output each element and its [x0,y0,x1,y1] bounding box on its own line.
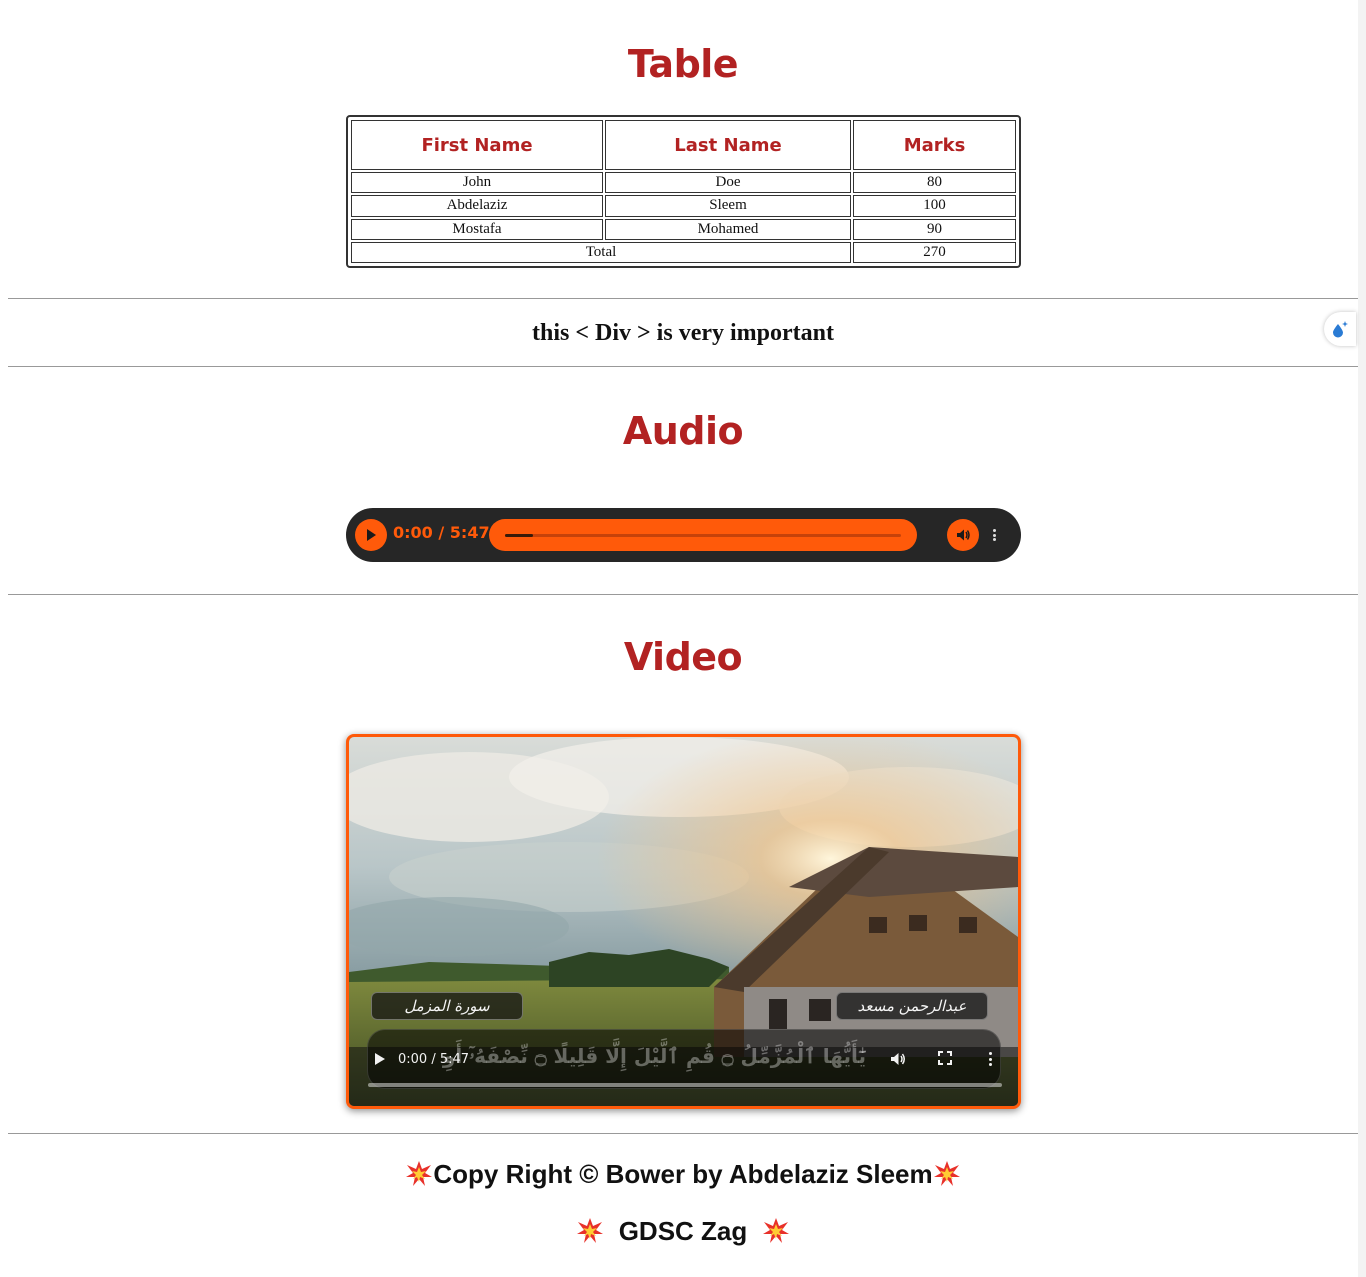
divider [8,594,1358,595]
marks-table-container: First Name Last Name Marks John Doe 80 A… [346,115,1021,268]
table-total-row: Total 270 [351,241,1016,263]
column-header-last-name: Last Name [605,120,851,170]
video-controls-bar: يَٰٓأَيُّهَا ٱلْمُزَّمِّلُ ۝ قُمِ ٱلَّيْ… [367,1029,1002,1089]
reciter-name-label: عبدالرحمن مسعد [836,992,988,1020]
table-row: Abdelaziz Sleem 100 [351,195,1016,217]
collision-icon [762,1218,789,1243]
table-row: Mostafa Mohamed 90 [351,218,1016,240]
surah-name-label: سورة المزمل [371,992,523,1020]
play-icon [367,529,376,541]
footer-gdsc-text: GDSC Zag [618,1216,748,1246]
cell-first-name: John [351,172,603,194]
audio-play-button[interactable] [355,519,387,551]
video-seek-bar[interactable] [368,1083,1002,1087]
divider [8,366,1358,367]
audio-seek-bar[interactable] [489,519,917,551]
audio-seek-progress [505,534,533,537]
important-div-text: this < Div > is very important [531,320,834,346]
video-more-options-button[interactable] [986,1050,994,1068]
table-header-row: First Name Last Name Marks [351,120,1016,170]
audio-player: 0:00 / 5:47 [346,508,1021,562]
marks-table: First Name Last Name Marks John Doe 80 A… [349,118,1018,265]
audio-more-options-button[interactable] [987,525,1001,545]
cell-marks: 100 [853,195,1016,217]
audio-time-display: 0:00 / 5:47 [393,523,490,542]
column-header-marks: Marks [853,120,1016,170]
collision-icon [933,1161,960,1186]
footer-copyright-text: Copy Right © Bower by Abdelaziz Sleem [433,1159,933,1189]
audio-volume-button[interactable] [947,519,979,551]
collision-icon [406,1161,433,1186]
video-heading: Video [623,635,743,679]
cell-marks: 90 [853,218,1016,240]
droplet-sparkle-icon [1333,321,1348,338]
video-player[interactable]: سورة المزمل عبدالرحمن مسعد يَٰٓأَيُّهَا … [346,734,1021,1109]
side-extension-button[interactable] [1324,312,1356,346]
audio-seek-track [505,534,901,537]
cell-total-label: Total [351,241,851,263]
video-volume-button[interactable] [889,1050,907,1068]
table-heading: Table [627,42,739,86]
audio-heading: Audio [622,409,744,453]
table-row: John Doe 80 [351,172,1016,194]
volume-icon [957,529,970,541]
cell-last-name: Mohamed [605,218,851,240]
collision-icon [577,1218,604,1243]
divider [8,298,1358,299]
cell-total-value: 270 [853,241,1016,263]
footer-copyright: Copy Right © Bower by Abdelaziz Sleem [0,1157,1366,1191]
divider [8,1133,1358,1134]
cell-last-name: Sleem [605,195,851,217]
cell-marks: 80 [853,172,1016,194]
video-play-button[interactable] [372,1050,388,1068]
cell-first-name: Mostafa [351,218,603,240]
cell-last-name: Doe [605,172,851,194]
footer-gdsc: GDSC Zag [0,1214,1366,1248]
video-fullscreen-button[interactable] [938,1051,952,1065]
column-header-first-name: First Name [351,120,603,170]
verse-overlay-text: يَٰٓأَيُّهَا ٱلْمُزَّمِّلُ ۝ قُمِ ٱلَّيْ… [436,1044,866,1068]
cell-first-name: Abdelaziz [351,195,603,217]
video-time-display: 0:00 / 5:47 [398,1052,470,1067]
